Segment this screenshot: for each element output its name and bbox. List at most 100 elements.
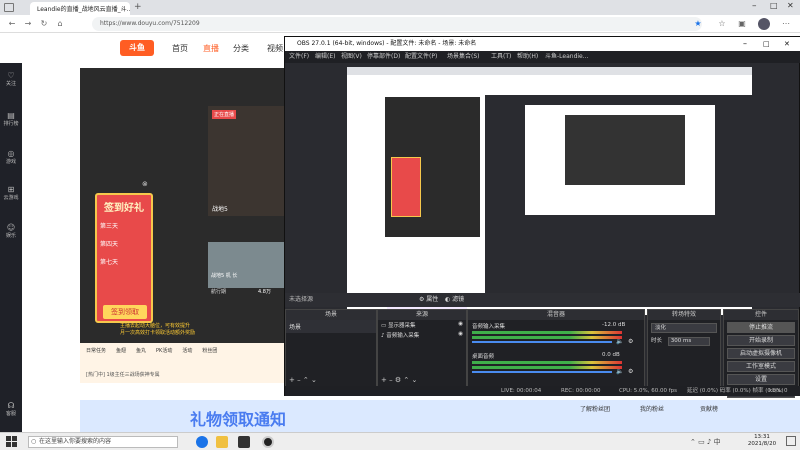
nav-cloud-game[interactable]: ⊞ 云游戏 [0, 185, 22, 201]
studio-mode-button[interactable]: 工作室模式 [727, 361, 795, 372]
taskbar-search-input[interactable]: ○ 在这里输入你要搜索的内容 [28, 436, 178, 448]
favorites-icon[interactable]: ☆ [716, 18, 728, 30]
properties-button[interactable]: ⚙ 属性 [419, 293, 438, 307]
file-explorer-icon[interactable] [216, 436, 228, 448]
mixer-settings-icon[interactable]: ⚙ [628, 368, 633, 375]
eye-icon[interactable]: ◉ [458, 321, 463, 327]
nav-service[interactable]: ☊ 客服 [0, 401, 22, 417]
menu-category[interactable]: 分类 [233, 43, 249, 54]
obs-menu-view[interactable]: 视图(V) [341, 51, 362, 63]
bottom-icon-task[interactable]: 日常任务 [86, 347, 106, 354]
remove-scene-icon[interactable]: – [297, 376, 301, 384]
stop-streaming-button[interactable]: 停止推流 [727, 322, 795, 333]
bottom-icon-fans[interactable]: 粉丝团 [202, 347, 217, 354]
favorite-star-icon[interactable]: ★ [692, 18, 704, 30]
windows-start-icon[interactable] [6, 436, 17, 447]
start-recording-button[interactable]: 开始录制 [727, 335, 795, 346]
minimize-icon[interactable]: – [752, 1, 757, 11]
nav-entertainment[interactable]: ☺ 娱乐 [0, 223, 22, 239]
filters-button[interactable]: ◐ 滤镜 [445, 293, 464, 307]
obs-menu-scene-collection[interactable]: 场景集合(S) [447, 51, 480, 63]
maximize-icon[interactable]: □ [770, 1, 778, 10]
url-input[interactable]: https://www.douyu.com/7512209 [92, 17, 702, 31]
nav-rank[interactable]: ▤ 排行榜 [0, 111, 22, 127]
obs-menu-docks[interactable]: 停靠部件(D) [367, 51, 400, 63]
tray-icons[interactable]: ⌃ ▭ ♪ 中 [690, 437, 721, 447]
obs-menu-tools[interactable]: 工具(T) [491, 51, 511, 63]
source-settings-icon[interactable]: ⚙ [395, 376, 401, 384]
mixer-dock: 混音器 音频输入采集 -12.0 dB 🔈 ⚙ 桌面音频 0.0 dB 🔈 ⚙ [467, 309, 645, 389]
transition-select[interactable]: 淡化 [651, 323, 717, 333]
volume-slider-mic[interactable] [472, 341, 612, 343]
obs-taskbar-icon[interactable] [262, 436, 274, 448]
app-icon[interactable] [238, 436, 250, 448]
gift-notice-banner[interactable]: 礼物领取通知 [80, 400, 800, 432]
duration-input[interactable]: 300 ms [667, 337, 710, 346]
bottom-icon-fin[interactable]: 鱼翅 [116, 347, 126, 354]
forward-icon[interactable]: → [22, 18, 34, 30]
start-virtual-camera-button[interactable]: 启动虚拟摄像机 [727, 348, 795, 359]
collections-icon[interactable]: ▣ [736, 18, 748, 30]
refresh-icon[interactable]: ↻ [38, 18, 50, 30]
move-down-icon[interactable]: ⌄ [311, 376, 317, 384]
taskbar-clock[interactable]: 13:31 2021/8/20 [742, 434, 782, 448]
mixer-settings-icon[interactable]: ⚙ [628, 338, 633, 345]
fans-tab-rank[interactable]: 贡献榜 [700, 404, 718, 413]
edge-icon[interactable] [196, 436, 208, 448]
thumbnail-card-2[interactable]: 战地5 机 长 [208, 242, 285, 288]
move-up-icon[interactable]: ⌃ [403, 376, 409, 384]
obs-maximize-icon[interactable]: □ [763, 37, 770, 51]
scene-item[interactable]: 场景 [286, 320, 376, 333]
fans-tab-mine[interactable]: 我的粉丝 [640, 404, 664, 413]
player-bottom-strip: 日常任务 鱼翅 鱼丸 PK活动 活动 粉丝团 [热门中] 1级主任三战场获神专属 [80, 343, 285, 383]
bottom-icon-event[interactable]: 活动 [182, 347, 192, 354]
bottom-icon-pk[interactable]: PK活动 [156, 347, 172, 354]
move-down-icon[interactable]: ⌄ [411, 376, 417, 384]
notification-icon[interactable] [786, 436, 796, 446]
back-icon[interactable]: ← [6, 18, 18, 30]
signin-button[interactable]: 签到领取 [103, 305, 147, 319]
source-item-audio[interactable]: ♪ 音频输入采集 ◉ [378, 330, 466, 340]
scenes-dock: 场景 场景 + – ⌃ ⌄ [285, 309, 377, 389]
eye-icon[interactable]: ◉ [458, 331, 463, 337]
obs-menu-help[interactable]: 帮助(H) [517, 51, 538, 63]
menu-home[interactable]: 首页 [172, 43, 188, 54]
monitor-icon: ▭ [381, 323, 387, 329]
add-source-icon[interactable]: + [381, 376, 387, 384]
browser-menu-icon[interactable]: ⋯ [780, 18, 792, 30]
source-item-display[interactable]: ▭ 显示器采集 ◉ [378, 320, 466, 330]
tab-actions-icon[interactable] [4, 3, 14, 12]
obs-menu-profile[interactable]: 配置文件(P) [405, 51, 437, 63]
bottom-icon-ball[interactable]: 鱼丸 [136, 347, 146, 354]
profile-avatar[interactable] [758, 18, 770, 30]
obs-close-icon[interactable]: ✕ [784, 37, 790, 51]
obs-menu-edit[interactable]: 编辑(E) [315, 51, 335, 63]
gift-close-icon[interactable]: ⊗ [142, 180, 148, 188]
douyu-logo[interactable]: 斗鱼 [120, 40, 154, 56]
obs-menu-douyu[interactable]: 斗鱼-Leandie... [545, 51, 588, 63]
nav-follow[interactable]: ♡ 关注 [0, 71, 22, 87]
menu-live[interactable]: 直播 [203, 43, 219, 54]
fans-tab-about[interactable]: 了解粉丝团 [580, 404, 610, 413]
move-up-icon[interactable]: ⌃ [303, 376, 309, 384]
remove-source-icon[interactable]: – [389, 376, 393, 384]
browser-tab-douyu[interactable]: Leandie的直播_战地风云直播_斗... [30, 2, 130, 15]
preview-recursive-capture [347, 67, 752, 315]
add-scene-icon[interactable]: + [289, 376, 295, 384]
bottom-notice: [热门中] 1级主任三战场获神专属 [86, 372, 160, 378]
site-left-nav: ♡ 关注 ▤ 排行榜 ◎ 游戏 ⊞ 云游戏 ☺ 娱乐 ☊ 客服 [0, 63, 22, 432]
menu-video[interactable]: 视频 [267, 43, 283, 54]
obs-preview[interactable] [347, 67, 752, 315]
thumbnail-card-1[interactable]: 正在直播 战地5 [208, 106, 285, 216]
mute-icon[interactable]: 🔈 [616, 368, 623, 375]
obs-menu-file[interactable]: 文件(F) [289, 51, 309, 63]
volume-slider-desktop[interactable] [472, 371, 612, 373]
promo-text: 主播去起动大脑位，可有效提升 月一次高效打卡领取活动额外奖励 [120, 323, 196, 336]
obs-minimize-icon[interactable]: – [743, 37, 747, 51]
close-icon[interactable]: ✕ [787, 1, 794, 10]
mute-icon[interactable]: 🔈 [616, 338, 623, 345]
settings-button[interactable]: 设置 [727, 374, 795, 385]
new-tab-icon[interactable]: + [134, 2, 142, 12]
home-icon[interactable]: ⌂ [54, 18, 66, 30]
nav-game[interactable]: ◎ 游戏 [0, 149, 22, 165]
